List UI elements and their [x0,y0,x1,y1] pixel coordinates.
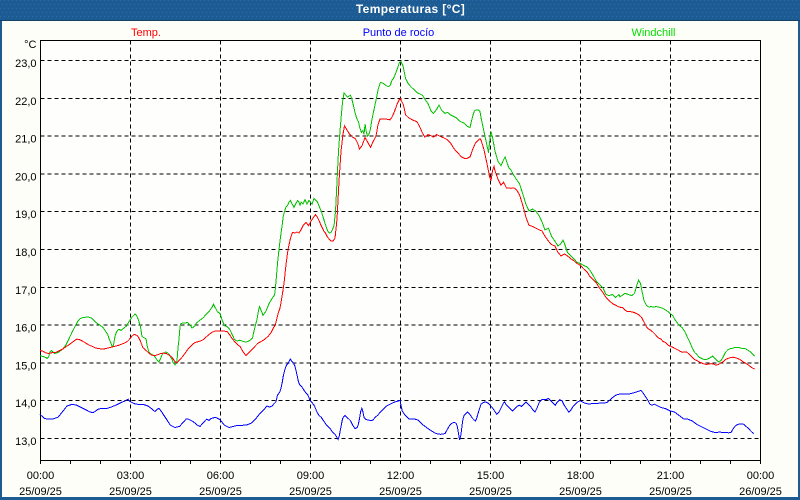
svg-text:25/09/25: 25/09/25 [109,486,152,498]
svg-text:15,0: 15,0 [15,360,36,372]
svg-text:22,0: 22,0 [15,96,36,108]
svg-text:03:00: 03:00 [117,470,145,482]
svg-text:19,0: 19,0 [15,209,36,221]
svg-text:25/09/25: 25/09/25 [19,486,62,498]
svg-text:17,0: 17,0 [15,285,36,297]
svg-text:20,0: 20,0 [15,171,36,183]
svg-text:12:00: 12:00 [387,470,415,482]
svg-text:06:00: 06:00 [207,470,235,482]
svg-text:25/09/25: 25/09/25 [199,486,242,498]
svg-text:09:00: 09:00 [297,470,325,482]
svg-text:25/09/25: 25/09/25 [649,486,692,498]
svg-text:25/09/25: 25/09/25 [559,486,602,498]
svg-text:23,0: 23,0 [15,58,36,70]
svg-text:Punto de rocío: Punto de rocío [363,27,435,39]
svg-text:18:00: 18:00 [567,470,595,482]
svg-text:13,0: 13,0 [15,436,36,448]
svg-text:Temp.: Temp. [131,27,161,39]
svg-text:00:00: 00:00 [747,470,775,482]
svg-text:21:00: 21:00 [657,470,685,482]
svg-text:26/09/25: 26/09/25 [739,486,782,498]
svg-text:18,0: 18,0 [15,247,36,259]
svg-text:25/09/25: 25/09/25 [379,486,422,498]
svg-text:25/09/25: 25/09/25 [289,486,332,498]
svg-text:15:00: 15:00 [477,470,505,482]
svg-text:25/09/25: 25/09/25 [469,486,512,498]
svg-text:Windchill: Windchill [631,27,675,39]
svg-text:Temperaturas [°C]: Temperaturas [°C] [356,2,465,16]
svg-text:°C: °C [24,39,36,51]
svg-text:16,0: 16,0 [15,323,36,335]
svg-text:21,0: 21,0 [15,134,36,146]
svg-text:00:00: 00:00 [27,470,55,482]
svg-text:14,0: 14,0 [15,398,36,410]
